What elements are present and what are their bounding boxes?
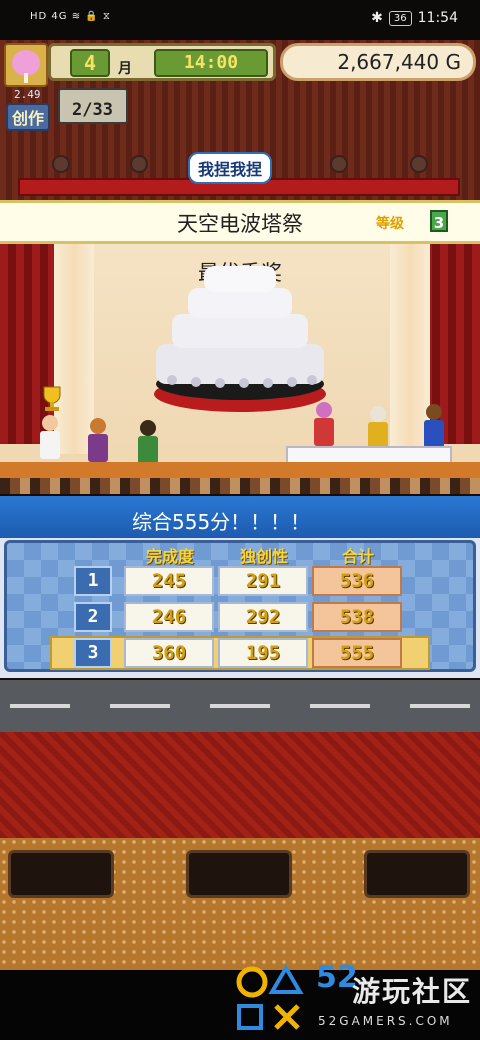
bottom-slot-right[interactable] (364, 850, 470, 898)
candy-stick-icon (24, 73, 28, 83)
judge-character (424, 404, 444, 448)
level-label: 等级 (376, 216, 404, 232)
lane-marking (410, 704, 470, 708)
cotton-candy-avatar-button[interactable] (4, 43, 48, 87)
status-right: ✱ 36 11:54 (371, 10, 458, 26)
score-cell-originality: 291 (218, 566, 308, 596)
audience-crowd (0, 478, 480, 494)
level-value: 3 (430, 210, 448, 232)
month-number: 4 (70, 49, 110, 77)
trophy-icon (43, 386, 61, 411)
watermark-site-url: 52GAMERS.COM (318, 1014, 453, 1028)
watermark-site-name: 游玩社区 (352, 975, 473, 1008)
battery-icon: 36 (388, 10, 412, 26)
score-cell-total: 538 (312, 602, 402, 632)
create-progress-value: 2.49 (14, 88, 41, 101)
judge-character (368, 406, 388, 450)
red-carpet (0, 732, 480, 838)
stage-lamp-icon (330, 155, 348, 173)
staff-character (88, 418, 108, 462)
clock: 11:54 (417, 10, 458, 26)
score-cell-total: 555 (312, 638, 402, 668)
column-header-total: 合计 (341, 547, 374, 566)
score-cell-originality: 195 (218, 638, 308, 668)
game-time: 14:00 (154, 49, 268, 77)
staff-character (138, 420, 158, 464)
judge-character (314, 402, 334, 446)
score-cell-completion: 246 (124, 602, 214, 632)
score-cell-originality: 292 (218, 602, 308, 632)
results-summary: 综合555分！！！！ (132, 510, 311, 534)
score-cell-completion: 360 (124, 638, 214, 668)
create-count: 2/33 (72, 100, 113, 120)
status-icons: HD 4G ≋ 🔒 ⧖ (30, 11, 111, 22)
lane-marking (10, 704, 70, 708)
money-display[interactable]: 2,667,440 G (280, 43, 476, 81)
column-header-completion: 完成度 (145, 547, 194, 566)
speech-bubble[interactable]: 我捏我捏 (188, 152, 273, 184)
bluetooth-icon: ✱ (371, 10, 383, 26)
status-bar: HD 4G ≋ 🔒 ⧖ ✱ 36 11:54 (0, 0, 480, 40)
stage-lamp-icon (52, 155, 70, 173)
lane-marking (310, 704, 370, 708)
giant-cake-image (154, 266, 326, 412)
score-cell-total: 536 (312, 566, 402, 596)
rank-cell: 1 (74, 566, 112, 596)
bottom-slot-left[interactable] (8, 850, 114, 898)
month-unit: 月 (118, 61, 132, 77)
column-header-originality: 独创性 (239, 547, 288, 566)
lane-marking (210, 704, 270, 708)
chef-character (40, 415, 60, 459)
create-label[interactable]: 创作 (6, 103, 51, 131)
stage-lamp-icon (410, 155, 428, 173)
rank-cell: 2 (74, 602, 112, 632)
score-cell-completion: 245 (124, 566, 214, 596)
event-title: 天空电波塔祭 (177, 212, 303, 236)
stage-lamp-icon (130, 155, 148, 173)
bottom-slot-center[interactable] (186, 850, 292, 898)
lane-marking (110, 704, 170, 708)
rank-cell: 3 (74, 638, 112, 668)
